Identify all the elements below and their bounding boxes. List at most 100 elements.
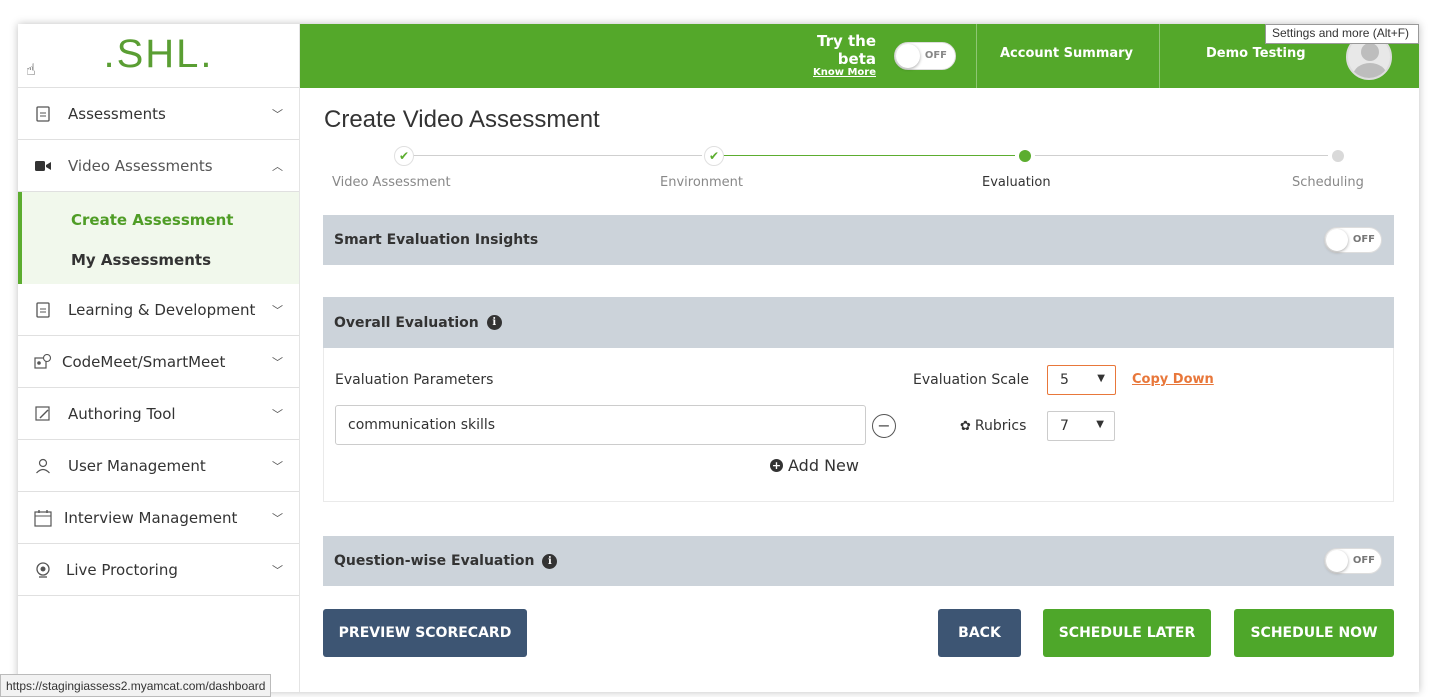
gear-icon: ✿ <box>960 418 971 434</box>
progress-stepper: ✔ ✔ Video Assessment Environment Evaluat… <box>332 146 1372 196</box>
user-icon <box>34 457 52 475</box>
add-new-label: Add New <box>788 456 859 475</box>
evaluation-parameters-label: Evaluation Parameters <box>335 372 494 388</box>
sidebar-item-label: Interview Management <box>64 508 238 527</box>
toggle-state: OFF <box>1352 555 1375 566</box>
remove-parameter-icon[interactable]: − <box>872 414 896 438</box>
top-header: Try the beta Know More OFF Account Summa… <box>300 24 1419 88</box>
settings-tooltip: Settings and more (Alt+F) <box>1265 24 1419 44</box>
sidebar-subitem-create-assessment[interactable]: Create Assessment <box>22 200 299 240</box>
sidebar: ☝ .SHL. Assessments ﹀ Video Assessments … <box>18 24 300 692</box>
sidebar-item-assessments[interactable]: Assessments ﹀ <box>18 88 299 140</box>
sidebar-item-label: Assessments <box>68 104 166 123</box>
sidebar-item-label: Live Proctoring <box>66 560 178 579</box>
overall-evaluation-header: Overall Evaluation i <box>323 297 1394 348</box>
document-icon <box>34 301 52 319</box>
rubrics-label: Rubrics <box>974 418 1027 434</box>
step-connector <box>1028 155 1328 156</box>
status-bar-url: https://stagingiassess2.myamcat.com/dash… <box>0 674 272 697</box>
smart-insights-toggle[interactable]: OFF <box>1324 227 1382 253</box>
header-divider <box>1159 24 1160 88</box>
sidebar-item-label: Video Assessments <box>68 156 213 175</box>
meeting-icon <box>34 353 52 371</box>
smart-insights-title: Smart Evaluation Insights <box>334 232 539 248</box>
chevron-down-icon: ﹀ <box>272 407 283 421</box>
chevron-down-icon: ﹀ <box>272 459 283 473</box>
question-wise-toggle[interactable]: OFF <box>1324 548 1382 574</box>
info-icon[interactable]: i <box>486 315 502 330</box>
sidebar-item-authoring-tool[interactable]: Authoring Tool ﹀ <box>18 388 299 440</box>
sidebar-item-label: Authoring Tool <box>68 404 176 423</box>
sidebar-subitem-my-assessments[interactable]: My Assessments <box>22 240 299 280</box>
webcam-icon <box>34 561 52 579</box>
question-wise-header: Question-wise Evaluation i OFF <box>323 536 1394 586</box>
rubrics-label-wrap[interactable]: ✿ Rubrics <box>960 418 1026 434</box>
beta-promo: Try the beta Know More <box>786 32 876 78</box>
sidebar-item-label: User Management <box>68 456 206 475</box>
plus-circle-icon: + <box>770 459 783 472</box>
video-assessments-submenu: Create Assessment My Assessments <box>18 192 299 284</box>
toggle-state: OFF <box>1352 234 1375 245</box>
calendar-icon <box>34 509 52 527</box>
step-connector <box>406 155 702 156</box>
sidebar-item-codemeet[interactable]: CodeMeet/SmartMeet ﹀ <box>18 336 299 388</box>
document-icon <box>34 105 52 123</box>
sidebar-item-learning-development[interactable]: Learning & Development ﹀ <box>18 284 299 336</box>
rubrics-value: 7 <box>1060 418 1069 434</box>
toggle-state: OFF <box>924 50 947 61</box>
schedule-later-button[interactable]: SCHEDULE LATER <box>1043 609 1211 657</box>
schedule-now-button[interactable]: SCHEDULE NOW <box>1234 609 1394 657</box>
back-button[interactable]: BACK <box>938 609 1021 657</box>
chevron-down-icon: ﹀ <box>272 563 283 577</box>
user-name-link[interactable]: Demo Testing <box>1206 46 1306 61</box>
caret-down-icon: ▼ <box>1096 419 1104 430</box>
evaluation-scale-select[interactable]: 5 ▼ <box>1047 365 1116 395</box>
step-label-environment: Environment <box>660 175 744 190</box>
copy-down-link[interactable]: Copy Down <box>1132 372 1214 387</box>
preview-scorecard-button[interactable]: PREVIEW SCORECARD <box>323 609 527 657</box>
step-current-dot <box>1015 146 1035 166</box>
check-icon: ✔ <box>394 146 414 166</box>
caret-down-icon: ▼ <box>1097 373 1105 384</box>
sidebar-item-user-management[interactable]: User Management ﹀ <box>18 440 299 492</box>
chevron-down-icon: ﹀ <box>272 355 283 369</box>
chevron-up-icon: ︿ <box>272 159 283 173</box>
shl-logo[interactable]: .SHL. <box>18 32 299 77</box>
authoring-icon <box>34 405 52 423</box>
check-icon: ✔ <box>704 146 724 166</box>
avatar-body <box>1353 63 1387 78</box>
sidebar-item-interview-management[interactable]: Interview Management ﹀ <box>18 492 299 544</box>
evaluation-scale-value: 5 <box>1060 372 1069 388</box>
rubrics-select[interactable]: 7 ▼ <box>1047 411 1115 441</box>
chevron-down-icon: ﹀ <box>272 511 283 525</box>
evaluation-scale-label: Evaluation Scale <box>913 372 1029 388</box>
avatar-head <box>1361 43 1379 61</box>
know-more-link[interactable]: Know More <box>786 67 876 78</box>
step-label-video-assessment: Video Assessment <box>332 175 451 190</box>
chevron-down-icon: ﹀ <box>272 107 283 121</box>
page-title: Create Video Assessment <box>324 106 600 133</box>
logo-area: ☝ .SHL. <box>18 24 299 88</box>
toggle-knob <box>896 44 920 68</box>
step-connector <box>715 155 1015 156</box>
step-label-evaluation: Evaluation <box>982 175 1051 190</box>
beta-toggle[interactable]: OFF <box>894 42 956 70</box>
toggle-knob <box>1326 550 1348 572</box>
account-summary-link[interactable]: Account Summary <box>1000 46 1133 61</box>
add-new-button[interactable]: + Add New <box>770 456 859 475</box>
info-icon[interactable]: i <box>542 553 558 569</box>
toggle-knob <box>1326 229 1348 251</box>
sidebar-item-label: CodeMeet/SmartMeet <box>62 352 226 371</box>
sidebar-item-video-assessments[interactable]: Video Assessments ︿ <box>18 140 299 192</box>
overall-evaluation-title: Overall Evaluation <box>334 314 479 331</box>
sidebar-item-label: Learning & Development <box>68 300 256 319</box>
chevron-down-icon: ﹀ <box>272 303 283 317</box>
overall-evaluation-body: Evaluation Parameters Evaluation Scale 5… <box>323 348 1394 502</box>
evaluation-parameter-input[interactable]: communication skills <box>335 405 866 445</box>
beta-title: Try the beta <box>816 32 876 68</box>
step-pending-dot <box>1328 146 1348 166</box>
sidebar-item-live-proctoring[interactable]: Live Proctoring ﹀ <box>18 544 299 596</box>
header-divider <box>976 24 977 88</box>
smart-insights-header: Smart Evaluation Insights OFF <box>323 215 1394 265</box>
app-window: ☝ .SHL. Assessments ﹀ Video Assessments … <box>18 24 1419 692</box>
